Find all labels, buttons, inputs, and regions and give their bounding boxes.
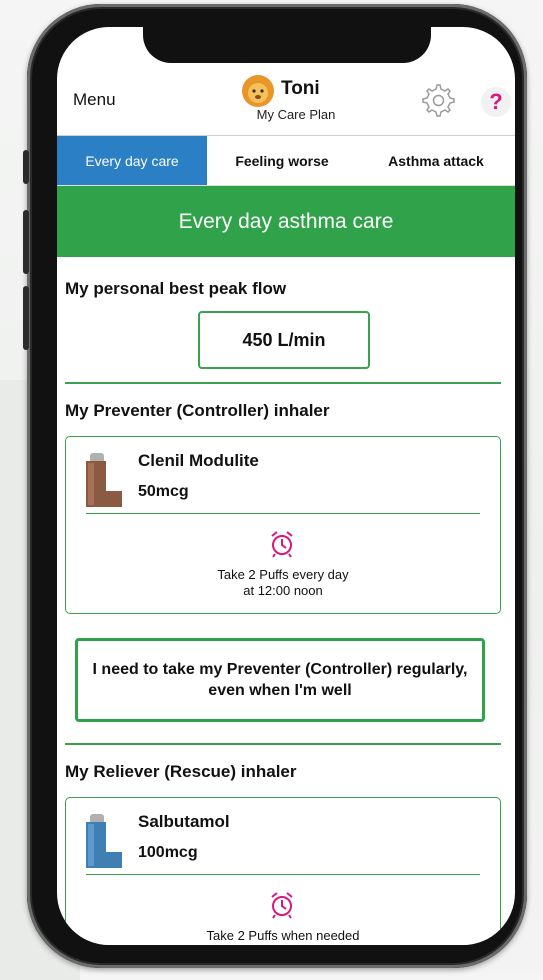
preventer-inhaler-icon [86, 453, 122, 507]
reliever-name: Salbutamol [138, 812, 230, 831]
app-screen: Menu Toni My Care Plan ? Every day care … [57, 27, 515, 945]
phone-notch [143, 27, 431, 63]
section-divider [65, 382, 501, 384]
page-subtitle: My Care Plan [256, 107, 336, 122]
reliever-dose: 100mcg [138, 844, 198, 861]
tab-bar: Every day care Feeling worse Asthma atta… [57, 136, 515, 186]
tab-every-day-care[interactable]: Every day care [57, 136, 207, 185]
help-button[interactable]: ? [481, 87, 511, 117]
preventer-reminder-box: I need to take my Preventer (Controller)… [75, 638, 485, 722]
section-divider [65, 743, 501, 745]
card-divider [86, 874, 480, 875]
reliever-title: My Reliever (Rescue) inhaler [65, 762, 297, 781]
preventer-card[interactable]: Clenil Modulite 50mcg Take 2 Puffs every… [65, 436, 501, 614]
peak-flow-value-box[interactable]: 450 L/min [198, 311, 370, 369]
user-name: Toni [281, 78, 320, 99]
preventer-instruction-line1: Take 2 Puffs every day [217, 567, 349, 582]
reliever-inhaler-icon [86, 814, 122, 868]
volume-down-button [23, 286, 29, 350]
preventer-dose: 50mcg [138, 483, 189, 500]
reliever-card[interactable]: Salbutamol 100mcg Take 2 Puffs when need… [65, 797, 501, 945]
settings-gear-icon[interactable] [419, 81, 455, 117]
mute-switch [23, 150, 29, 184]
card-divider [86, 513, 480, 514]
menu-button[interactable]: Menu [73, 90, 116, 110]
volume-up-button [23, 210, 29, 274]
preventer-instruction-line2: at 12:00 noon [243, 583, 323, 598]
tab-feeling-worse[interactable]: Feeling worse [207, 136, 357, 185]
tab-asthma-attack[interactable]: Asthma attack [357, 136, 515, 185]
section-banner: Every day asthma care [57, 186, 515, 257]
peak-flow-title: My personal best peak flow [65, 279, 287, 298]
lion-avatar-icon [242, 75, 274, 107]
preventer-name: Clenil Modulite [138, 451, 259, 470]
alarm-clock-icon [271, 531, 293, 558]
reliever-instruction-line1: Take 2 Puffs when needed [206, 928, 360, 943]
preventer-title: My Preventer (Controller) inhaler [65, 401, 330, 420]
alarm-clock-icon [271, 892, 293, 919]
